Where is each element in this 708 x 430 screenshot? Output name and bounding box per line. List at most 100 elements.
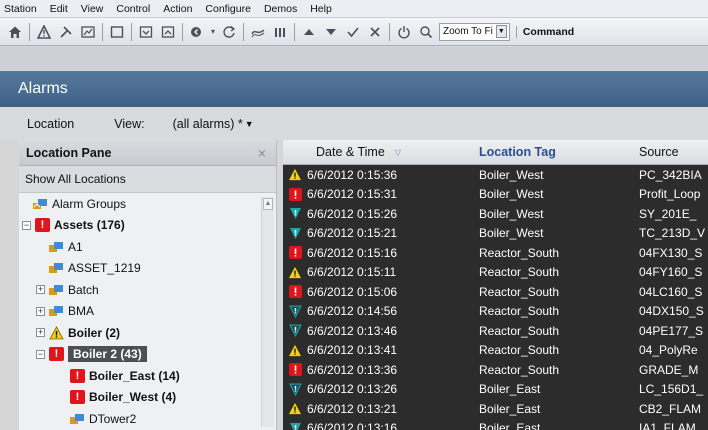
- warning-yellow-icon: [49, 325, 64, 340]
- alarm-date-cell: 6/6/2012 0:13:26: [307, 382, 398, 397]
- show-all-locations-button[interactable]: Show All Locations: [19, 166, 276, 193]
- column-header-date[interactable]: Date & Time ▽: [283, 145, 473, 159]
- tools-icon[interactable]: [55, 21, 77, 43]
- column-header-location[interactable]: Location Tag: [473, 145, 635, 159]
- back-icon[interactable]: [186, 21, 208, 43]
- alarm-row[interactable]: 6/6/2012 0:15:31 Boiler_West Profit_Loop: [283, 185, 708, 205]
- toolbar-spacer: [0, 47, 708, 71]
- alarm-row[interactable]: 6/6/2012 0:15:06 Reactor_South 04LC160_S: [283, 282, 708, 302]
- alarm-red-icon: !: [70, 390, 85, 405]
- alarm-console-icon[interactable]: [33, 21, 55, 43]
- alarm-location-cell: Boiler_East: [479, 382, 541, 397]
- tree-item-batch[interactable]: + Batch: [19, 279, 276, 301]
- command-button[interactable]: Command: [515, 25, 574, 38]
- alarm-location-cell: Reactor_South: [479, 304, 560, 319]
- acknowledge-icon[interactable]: [342, 21, 364, 43]
- next-icon[interactable]: [320, 21, 342, 43]
- expand-toggle-icon[interactable]: +: [36, 306, 45, 316]
- menu-edit[interactable]: Edit: [50, 3, 68, 15]
- tree-item-assets[interactable]: − ! Assets (176): [19, 215, 276, 237]
- alarm-row[interactable]: 6/6/2012 0:13:41 Reactor_South 04_PolyRe: [283, 341, 708, 361]
- alarm-row[interactable]: 6/6/2012 0:14:56 Reactor_South 04DX150_S: [283, 302, 708, 322]
- alarm-location-cell: Reactor_South: [479, 284, 560, 299]
- alarm-date-cell: 6/6/2012 0:15:26: [307, 206, 398, 221]
- bars-icon[interactable]: [269, 21, 291, 43]
- alarm-row[interactable]: 6/6/2012 0:15:16 Reactor_South 04FX130_S: [283, 243, 708, 263]
- trend-icon[interactable]: [247, 21, 269, 43]
- collapse-toggle-icon[interactable]: −: [36, 349, 45, 359]
- shield-teal-icon: [283, 422, 307, 430]
- tree-item-boiler[interactable]: + Boiler (2): [19, 322, 276, 344]
- tree-item-boiler-2[interactable]: − ! Boiler 2 (43): [19, 344, 276, 366]
- shield-teal-icon: [283, 227, 307, 240]
- menu-action[interactable]: Action: [163, 3, 192, 15]
- tree-item-boiler-west[interactable]: ! Boiler_West (4): [19, 387, 276, 409]
- asset-icon: [49, 304, 64, 318]
- menu-control[interactable]: Control: [116, 3, 150, 15]
- tree-item-dtower2[interactable]: DTower2: [19, 408, 276, 430]
- tree-item-label: Batch: [68, 282, 99, 297]
- alarm-location-cell: Reactor_South: [479, 362, 560, 377]
- tree-item-boiler-east[interactable]: ! Boiler_East (14): [19, 365, 276, 387]
- alarm-row[interactable]: 6/6/2012 0:13:36 Reactor_South GRADE_M: [283, 360, 708, 380]
- alarm-row[interactable]: 6/6/2012 0:13:16 Boiler_East IA1_FLAM: [283, 419, 708, 430]
- collapse-toggle-icon[interactable]: −: [22, 220, 31, 230]
- alarms-title: Alarms: [0, 71, 708, 107]
- dropdown-arrow-icon[interactable]: ▾: [208, 21, 218, 43]
- alarm-row[interactable]: 6/6/2012 0:13:46 Reactor_South 04PE177_S: [283, 321, 708, 341]
- collapse-icon[interactable]: [135, 21, 157, 43]
- alarm-row[interactable]: 6/6/2012 0:13:21 Boiler_East CB2_FLAM: [283, 399, 708, 419]
- column-header-source[interactable]: Source: [635, 145, 679, 159]
- menu-configure[interactable]: Configure: [205, 3, 251, 15]
- close-icon[interactable]: [364, 21, 386, 43]
- zoom-select[interactable]: Zoom To Fi ▼: [439, 22, 510, 41]
- expand-icon[interactable]: [157, 21, 179, 43]
- alarm-red-icon: [283, 246, 307, 260]
- expand-toggle-icon[interactable]: +: [36, 285, 45, 295]
- alarm-location-cell: Boiler_East: [479, 401, 541, 416]
- tree-item-label: Boiler_East (14): [89, 368, 180, 383]
- tree-item-label: Boiler_West (4): [89, 390, 177, 405]
- location-pane-header: Location Pane ×: [19, 140, 276, 166]
- tree-item-label: BMA: [68, 304, 95, 319]
- home-icon[interactable]: [4, 21, 26, 43]
- location-toggle[interactable]: Location: [27, 117, 74, 131]
- chevron-down-icon[interactable]: ▼: [495, 25, 507, 38]
- scroll-up-icon[interactable]: ▲: [263, 198, 273, 210]
- alarm-source-cell: Profit_Loop: [639, 187, 701, 202]
- alarm-row[interactable]: 6/6/2012 0:15:11 Reactor_South 04FY160_S: [283, 263, 708, 283]
- alarm-row[interactable]: 6/6/2012 0:15:21 Boiler_West TC_213D_V: [283, 224, 708, 244]
- alarm-grid-header: Date & Time ▽ Location Tag Source: [283, 140, 708, 165]
- tree-item-asset-1219[interactable]: ASSET_1219: [19, 258, 276, 280]
- expand-toggle-icon[interactable]: +: [36, 328, 45, 338]
- chevron-down-icon[interactable]: ▼: [245, 119, 254, 129]
- power-icon[interactable]: [393, 21, 415, 43]
- alarm-source-cell: PC_342BIA: [639, 167, 702, 182]
- alarm-row[interactable]: 6/6/2012 0:15:26 Boiler_West SY_201E_: [283, 204, 708, 224]
- menu-help[interactable]: Help: [310, 3, 332, 15]
- menu-demos[interactable]: Demos: [264, 3, 297, 15]
- menu-station[interactable]: Station: [4, 3, 37, 15]
- toolbar: ▾ Zoom To Fi ▼ Command: [0, 18, 708, 46]
- refresh-icon[interactable]: [218, 21, 240, 43]
- tree-scrollbar[interactable]: ▲: [261, 197, 274, 427]
- view-select[interactable]: (all alarms) * ▼: [173, 117, 254, 131]
- alarm-source-cell: 04LC160_S: [639, 284, 703, 299]
- tree-item-label: Boiler (2): [68, 325, 121, 340]
- previous-icon[interactable]: [298, 21, 320, 43]
- chart-window-icon[interactable]: [77, 21, 99, 43]
- alarm-red-icon: [283, 187, 307, 201]
- alarm-row[interactable]: 6/6/2012 0:13:26 Boiler_East LC_156D1_: [283, 380, 708, 400]
- tree-item-alarm-groups[interactable]: Alarm Groups: [19, 193, 276, 215]
- zoom-select-value: Zoom To Fi: [443, 26, 493, 37]
- tree-item-bma[interactable]: + BMA: [19, 301, 276, 323]
- search-icon[interactable]: [415, 21, 437, 43]
- alarm-row[interactable]: 6/6/2012 0:15:36 Boiler_West PC_342BIA: [283, 165, 708, 185]
- menu-bar: Station Edit View Control Action Configu…: [0, 0, 708, 18]
- menu-view[interactable]: View: [81, 3, 104, 15]
- alarm-date-cell: 6/6/2012 0:13:16: [307, 421, 398, 430]
- close-icon[interactable]: ×: [258, 145, 266, 161]
- toolbar-divider: [131, 22, 132, 41]
- tree-item-a1[interactable]: A1: [19, 236, 276, 258]
- window-icon[interactable]: [106, 21, 128, 43]
